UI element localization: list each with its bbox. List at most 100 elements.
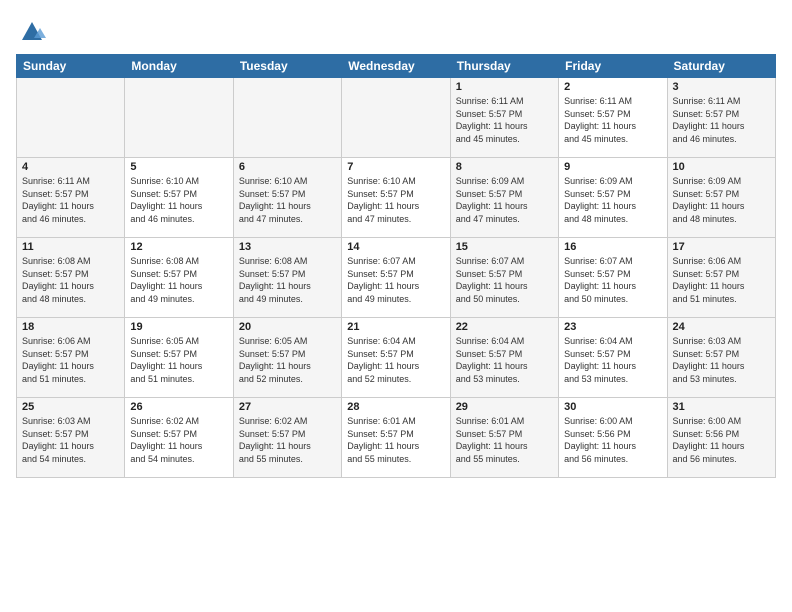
day-number: 23 (564, 321, 661, 333)
calendar-cell: 17Sunrise: 6:06 AMSunset: 5:57 PMDayligh… (667, 238, 775, 318)
day-info: Sunrise: 6:04 AMSunset: 5:57 PMDaylight:… (564, 335, 661, 385)
day-number: 24 (673, 321, 770, 333)
day-info: Sunrise: 6:07 AMSunset: 5:57 PMDaylight:… (564, 255, 661, 305)
day-info: Sunrise: 6:09 AMSunset: 5:57 PMDaylight:… (564, 175, 661, 225)
day-info: Sunrise: 6:08 AMSunset: 5:57 PMDaylight:… (130, 255, 227, 305)
day-info: Sunrise: 6:05 AMSunset: 5:57 PMDaylight:… (130, 335, 227, 385)
day-info: Sunrise: 6:02 AMSunset: 5:57 PMDaylight:… (239, 415, 336, 465)
day-number: 29 (456, 401, 553, 413)
calendar-cell: 7 Sunrise: 6:10 AMSunset: 5:57 PMDaylight… (342, 158, 450, 238)
day-number: 21 (347, 321, 444, 333)
calendar-cell: 3 Sunrise: 6:11 AMSunset: 5:57 PMDaylight… (667, 78, 775, 158)
day-number: 12 (130, 241, 227, 253)
weekday-header-saturday: Saturday (667, 55, 775, 78)
day-number: 26 (130, 401, 227, 413)
weekday-header-monday: Monday (125, 55, 233, 78)
day-info: Sunrise: 6:00 AMSunset: 5:56 PMDaylight:… (564, 415, 661, 465)
day-number: 19 (130, 321, 227, 333)
calendar-cell: 5Sunrise: 6:10 AMSunset: 5:57 PMDaylight… (125, 158, 233, 238)
calendar-cell: 27 Sunrise: 6:02 AMSunset: 5:57 PMDayligh… (233, 398, 341, 478)
calendar-week-row: 18 Sunrise: 6:06 AMSunset: 5:57 PMDayligh… (17, 318, 776, 398)
day-info: Sunrise: 6:07 AMSunset: 5:57 PMDaylight:… (456, 255, 553, 305)
day-info: Sunrise: 6:11 AMSunset: 5:57 PMDaylight:… (673, 95, 770, 145)
calendar-cell: 13 Sunrise: 6:08 AMSunset: 5:57 PMDayligh… (233, 238, 341, 318)
weekday-header-friday: Friday (559, 55, 667, 78)
day-info: Sunrise: 6:07 AMSunset: 5:57 PMDaylight:… (347, 255, 444, 305)
day-number: 1 (456, 81, 553, 93)
day-number: 27 (239, 401, 336, 413)
calendar-header-row: SundayMondayTuesdayWednesdayThursdayFrid… (17, 55, 776, 78)
logo-icon (18, 16, 46, 44)
weekday-header-wednesday: Wednesday (342, 55, 450, 78)
day-number: 9 (564, 161, 661, 173)
calendar-cell: 25 Sunrise: 6:03 AMSunset: 5:57 PMDayligh… (17, 398, 125, 478)
calendar-cell (125, 78, 233, 158)
day-number: 20 (239, 321, 336, 333)
day-info: Sunrise: 6:04 AMSunset: 5:57 PMDaylight:… (456, 335, 553, 385)
calendar-week-row: 25 Sunrise: 6:03 AMSunset: 5:57 PMDayligh… (17, 398, 776, 478)
day-number: 6 (239, 161, 336, 173)
day-number: 14 (347, 241, 444, 253)
calendar-cell (17, 78, 125, 158)
day-number: 13 (239, 241, 336, 253)
weekday-header-tuesday: Tuesday (233, 55, 341, 78)
day-number: 16 (564, 241, 661, 253)
day-number: 17 (673, 241, 770, 253)
calendar-cell: 10 Sunrise: 6:09 AMSunset: 5:57 PMDayligh… (667, 158, 775, 238)
page: SundayMondayTuesdayWednesdayThursdayFrid… (0, 0, 792, 612)
day-info: Sunrise: 6:08 AMSunset: 5:57 PMDaylight:… (239, 255, 336, 305)
day-info: Sunrise: 6:05 AMSunset: 5:57 PMDaylight:… (239, 335, 336, 385)
day-number: 30 (564, 401, 661, 413)
day-number: 11 (22, 241, 119, 253)
calendar-cell: 18 Sunrise: 6:06 AMSunset: 5:57 PMDayligh… (17, 318, 125, 398)
calendar-cell: 21 Sunrise: 6:04 AMSunset: 5:57 PMDayligh… (342, 318, 450, 398)
calendar-cell: 24 Sunrise: 6:03 AMSunset: 5:57 PMDayligh… (667, 318, 775, 398)
calendar-cell: 2 Sunrise: 6:11 AMSunset: 5:57 PMDaylight… (559, 78, 667, 158)
day-number: 22 (456, 321, 553, 333)
calendar-cell: 12 Sunrise: 6:08 AMSunset: 5:57 PMDayligh… (125, 238, 233, 318)
day-info: Sunrise: 6:10 AMSunset: 5:57 PMDaylight:… (347, 175, 444, 225)
day-info: Sunrise: 6:03 AMSunset: 5:57 PMDaylight:… (673, 335, 770, 385)
day-info: Sunrise: 6:08 AMSunset: 5:57 PMDaylight:… (22, 255, 119, 305)
day-number: 10 (673, 161, 770, 173)
day-number: 2 (564, 81, 661, 93)
day-number: 4 (22, 161, 119, 173)
day-info: Sunrise: 6:06 AMSunset: 5:57 PMDaylight:… (22, 335, 119, 385)
calendar-week-row: 11 Sunrise: 6:08 AMSunset: 5:57 PMDayligh… (17, 238, 776, 318)
calendar-cell: 1 Sunrise: 6:11 AMSunset: 5:57 PMDaylight… (450, 78, 558, 158)
calendar-cell: 29 Sunrise: 6:01 AMSunset: 5:57 PMDayligh… (450, 398, 558, 478)
day-info: Sunrise: 6:09 AMSunset: 5:57 PMDaylight:… (673, 175, 770, 225)
calendar-cell: 14 Sunrise: 6:07 AMSunset: 5:57 PMDayligh… (342, 238, 450, 318)
day-info: Sunrise: 6:04 AMSunset: 5:57 PMDaylight:… (347, 335, 444, 385)
calendar-cell: 15 Sunrise: 6:07 AMSunset: 5:57 PMDayligh… (450, 238, 558, 318)
day-info: Sunrise: 6:09 AMSunset: 5:57 PMDaylight:… (456, 175, 553, 225)
day-number: 25 (22, 401, 119, 413)
calendar-cell: 19 Sunrise: 6:05 AMSunset: 5:57 PMDayligh… (125, 318, 233, 398)
day-info: Sunrise: 6:10 AMSunset: 5:57 PMDaylight:… (239, 175, 336, 225)
weekday-header-thursday: Thursday (450, 55, 558, 78)
calendar-cell: 20 Sunrise: 6:05 AMSunset: 5:57 PMDayligh… (233, 318, 341, 398)
day-info: Sunrise: 6:11 AMSunset: 5:57 PMDaylight:… (456, 95, 553, 145)
calendar-cell (342, 78, 450, 158)
day-number: 8 (456, 161, 553, 173)
calendar-cell: 8 Sunrise: 6:09 AMSunset: 5:57 PMDaylight… (450, 158, 558, 238)
day-info: Sunrise: 6:00 AMSunset: 5:56 PMDaylight:… (673, 415, 770, 465)
day-info: Sunrise: 6:03 AMSunset: 5:57 PMDaylight:… (22, 415, 119, 465)
day-number: 31 (673, 401, 770, 413)
day-number: 28 (347, 401, 444, 413)
day-number: 7 (347, 161, 444, 173)
day-number: 18 (22, 321, 119, 333)
day-info: Sunrise: 6:01 AMSunset: 5:57 PMDaylight:… (456, 415, 553, 465)
day-info: Sunrise: 6:02 AMSunset: 5:57 PMDaylight:… (130, 415, 227, 465)
day-number: 3 (673, 81, 770, 93)
calendar-cell: 31 Sunrise: 6:00 AMSunset: 5:56 PMDayligh… (667, 398, 775, 478)
calendar-cell: 16 Sunrise: 6:07 AMSunset: 5:57 PMDayligh… (559, 238, 667, 318)
calendar-week-row: 4 Sunrise: 6:11 AMSunset: 5:57 PMDaylight… (17, 158, 776, 238)
day-info: Sunrise: 6:01 AMSunset: 5:57 PMDaylight:… (347, 415, 444, 465)
logo (16, 16, 46, 44)
day-info: Sunrise: 6:11 AMSunset: 5:57 PMDaylight:… (564, 95, 661, 145)
day-number: 15 (456, 241, 553, 253)
calendar-table: SundayMondayTuesdayWednesdayThursdayFrid… (16, 54, 776, 478)
calendar-cell: 22 Sunrise: 6:04 AMSunset: 5:57 PMDayligh… (450, 318, 558, 398)
day-info: Sunrise: 6:11 AMSunset: 5:57 PMDaylight:… (22, 175, 119, 225)
